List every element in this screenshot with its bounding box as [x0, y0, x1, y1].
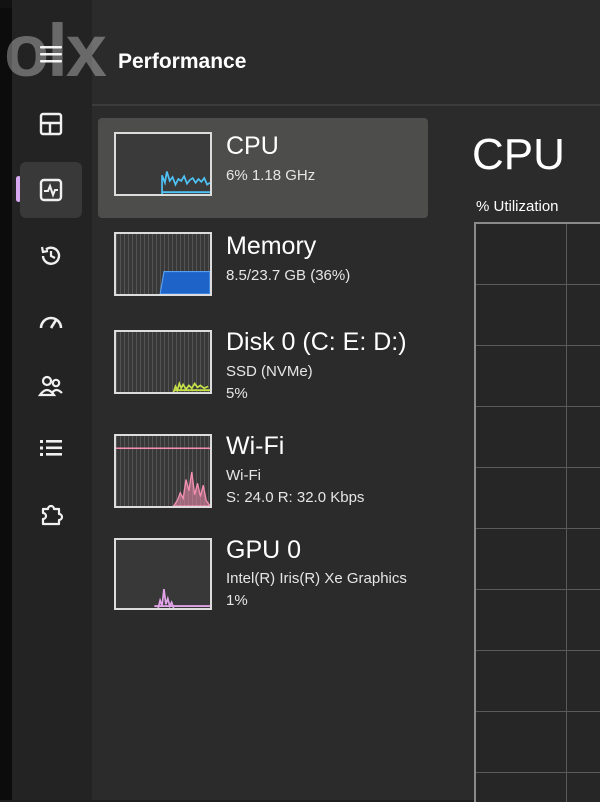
list-icon: [40, 440, 62, 456]
device-stat: 6% 1.18 GHz: [226, 167, 316, 184]
performance-page: Performance CPU 6% 1.18 GHz Memory 8.5/2…: [92, 0, 600, 802]
processes-icon: [39, 112, 63, 136]
nav-startup-apps[interactable]: [20, 294, 82, 350]
device-stat: S: 24.0 R: 32.0 Kbps: [226, 489, 365, 506]
device-stat: SSD (NVMe): [226, 363, 313, 380]
device-name: CPU: [226, 132, 279, 160]
screen-bezel: [0, 0, 12, 800]
detail-title: CPU: [472, 130, 565, 179]
disk-thumbnail-graph: [114, 330, 212, 394]
device-stat: 8.5/23.7 GB (36%): [226, 267, 351, 284]
device-name: GPU 0: [226, 536, 302, 564]
cpu-thumbnail-graph: [114, 132, 212, 196]
device-item-memory[interactable]: Memory 8.5/23.7 GB (36%): [98, 218, 428, 318]
users-icon: [37, 375, 63, 397]
device-item-disk[interactable]: Disk 0 (C: E: D:) SSD (NVMe) 5%: [98, 318, 428, 418]
device-item-cpu[interactable]: CPU 6% 1.18 GHz: [98, 118, 428, 218]
wifi-thumbnail-graph: [114, 434, 212, 508]
history-icon: [40, 246, 61, 265]
nav-app-history[interactable]: [20, 228, 82, 284]
header-divider: [92, 104, 600, 106]
device-item-wifi[interactable]: Wi-Fi Wi-Fi S: 24.0 R: 32.0 Kbps: [98, 420, 428, 520]
gpu-thumbnail-graph: [114, 538, 212, 610]
nav-users[interactable]: [20, 358, 82, 414]
page-title: Performance: [118, 50, 247, 73]
device-item-gpu[interactable]: GPU 0 Intel(R) Iris(R) Xe Graphics 1%: [98, 524, 428, 624]
gpu-sparkline: [154, 589, 210, 608]
wifi-sparkline: [116, 447, 210, 506]
nav-services[interactable]: [20, 486, 82, 542]
watermark-logo: olx: [4, 9, 107, 92]
device-name: Wi-Fi: [226, 432, 285, 460]
device-stat: 1%: [226, 592, 248, 609]
device-name: Memory: [226, 232, 317, 260]
utilization-graph: [474, 222, 600, 802]
navigation-sidebar: [12, 0, 92, 800]
memory-thumbnail-graph: [114, 232, 212, 296]
device-stat: Intel(R) Iris(R) Xe Graphics: [226, 570, 407, 587]
device-name: Disk 0 (C: E: D:): [226, 328, 407, 356]
disk-sparkline: [172, 380, 210, 392]
performance-icon: [39, 178, 63, 202]
speedometer-icon: [39, 316, 63, 329]
memory-usage-fill: [159, 270, 210, 294]
device-stat: 5%: [226, 385, 248, 402]
cpu-sparkline: [161, 171, 210, 194]
nav-performance[interactable]: [20, 162, 82, 218]
device-stat: Wi-Fi: [226, 467, 261, 484]
utilization-label: % Utilization: [476, 198, 559, 215]
puzzle-icon: [41, 504, 64, 526]
nav-processes[interactable]: [20, 96, 82, 152]
nav-details[interactable]: [20, 420, 82, 476]
